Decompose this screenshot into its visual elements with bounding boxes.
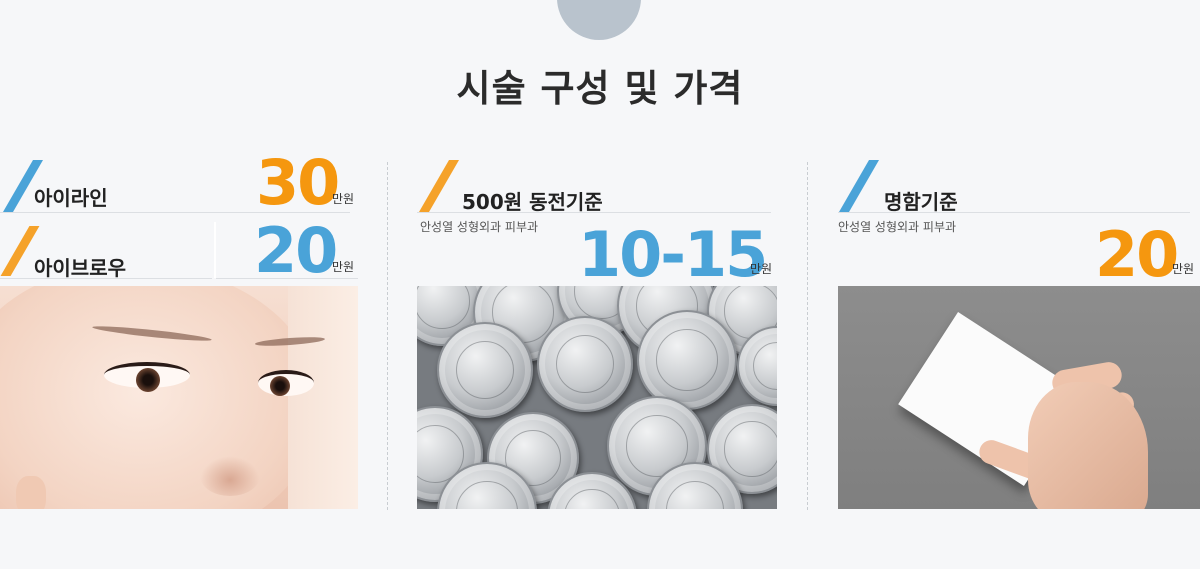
item-label-eyebrow: 아이브로우: [34, 256, 126, 280]
underline: [417, 212, 771, 213]
item-label-card: 명함기준: [884, 190, 958, 214]
section-title: 시술 구성 및 가격: [456, 67, 744, 110]
underline: [0, 278, 212, 279]
item-label-eyeline: 아이라인: [34, 186, 108, 210]
price-unit: 만원: [1172, 262, 1195, 276]
price-unit: 만원: [750, 262, 773, 276]
coins-photo: [417, 286, 777, 509]
decorative-circle: [557, 0, 641, 40]
accent-slash: [418, 160, 460, 212]
column-divider: [387, 162, 388, 510]
underline: [838, 212, 1190, 213]
price-card: 20: [1095, 218, 1179, 291]
price-eyebrow: 20: [254, 214, 338, 287]
price-unit: 만원: [332, 192, 355, 206]
clinic-subtext: 안성열 성형외과 피부과: [420, 220, 539, 234]
separator: [214, 222, 216, 278]
business-card-photo: [838, 286, 1200, 509]
eye-closeup-photo: [0, 286, 358, 509]
item-label-coin: 500원 동전기준: [462, 190, 603, 214]
column-divider: [807, 162, 808, 510]
accent-slash: [838, 160, 880, 212]
clinic-subtext: 안성열 성형외과 피부과: [838, 220, 957, 234]
price-coin: 10-15: [578, 218, 768, 291]
price-eyeline: 30: [256, 146, 340, 219]
price-unit: 만원: [332, 260, 355, 274]
